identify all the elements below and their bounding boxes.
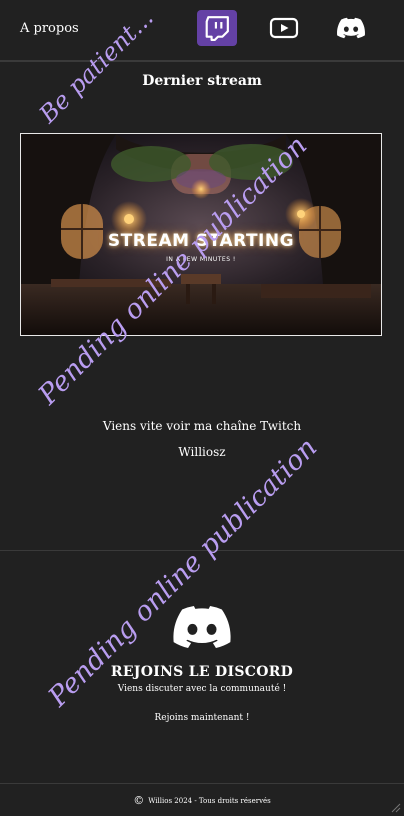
discord-subtitle: Viens discuter avec la communauté !	[117, 684, 287, 694]
discord-logo-icon[interactable]	[172, 606, 232, 648]
footer-divider	[0, 783, 404, 784]
section-divider	[0, 550, 404, 551]
thumbnail-subtitle: IN A FEW MINUTES !	[166, 256, 236, 263]
twitch-channel-name[interactable]: Williosz	[0, 445, 404, 459]
discord-join-link[interactable]: Rejoins maintenant !	[0, 713, 404, 723]
twitch-button[interactable]	[197, 10, 237, 46]
discord-icon	[337, 17, 365, 39]
about-link[interactable]: A propos	[20, 21, 79, 36]
footer-text: Willios 2024 - Tous droits réservés	[148, 796, 271, 805]
twitch-cta-text: Viens vite voir ma chaîne Twitch	[102, 419, 302, 433]
stream-thumbnail[interactable]: STREAM STARTING IN A FEW MINUTES !	[20, 133, 382, 336]
youtube-button[interactable]	[264, 10, 304, 46]
copyright-icon: ©	[133, 794, 145, 807]
thumbnail-title: STREAM STARTING	[107, 231, 295, 251]
resize-grip-icon[interactable]	[389, 801, 401, 813]
footer: © Willios 2024 - Tous droits réservés	[0, 794, 404, 807]
twitch-icon	[205, 16, 229, 41]
last-stream-heading: Dernier stream	[142, 73, 262, 89]
youtube-icon	[269, 17, 299, 39]
discord-heading: REJOINS LE DISCORD	[110, 664, 294, 680]
discord-button[interactable]	[331, 10, 371, 46]
top-navbar: A propos	[0, 0, 404, 62]
